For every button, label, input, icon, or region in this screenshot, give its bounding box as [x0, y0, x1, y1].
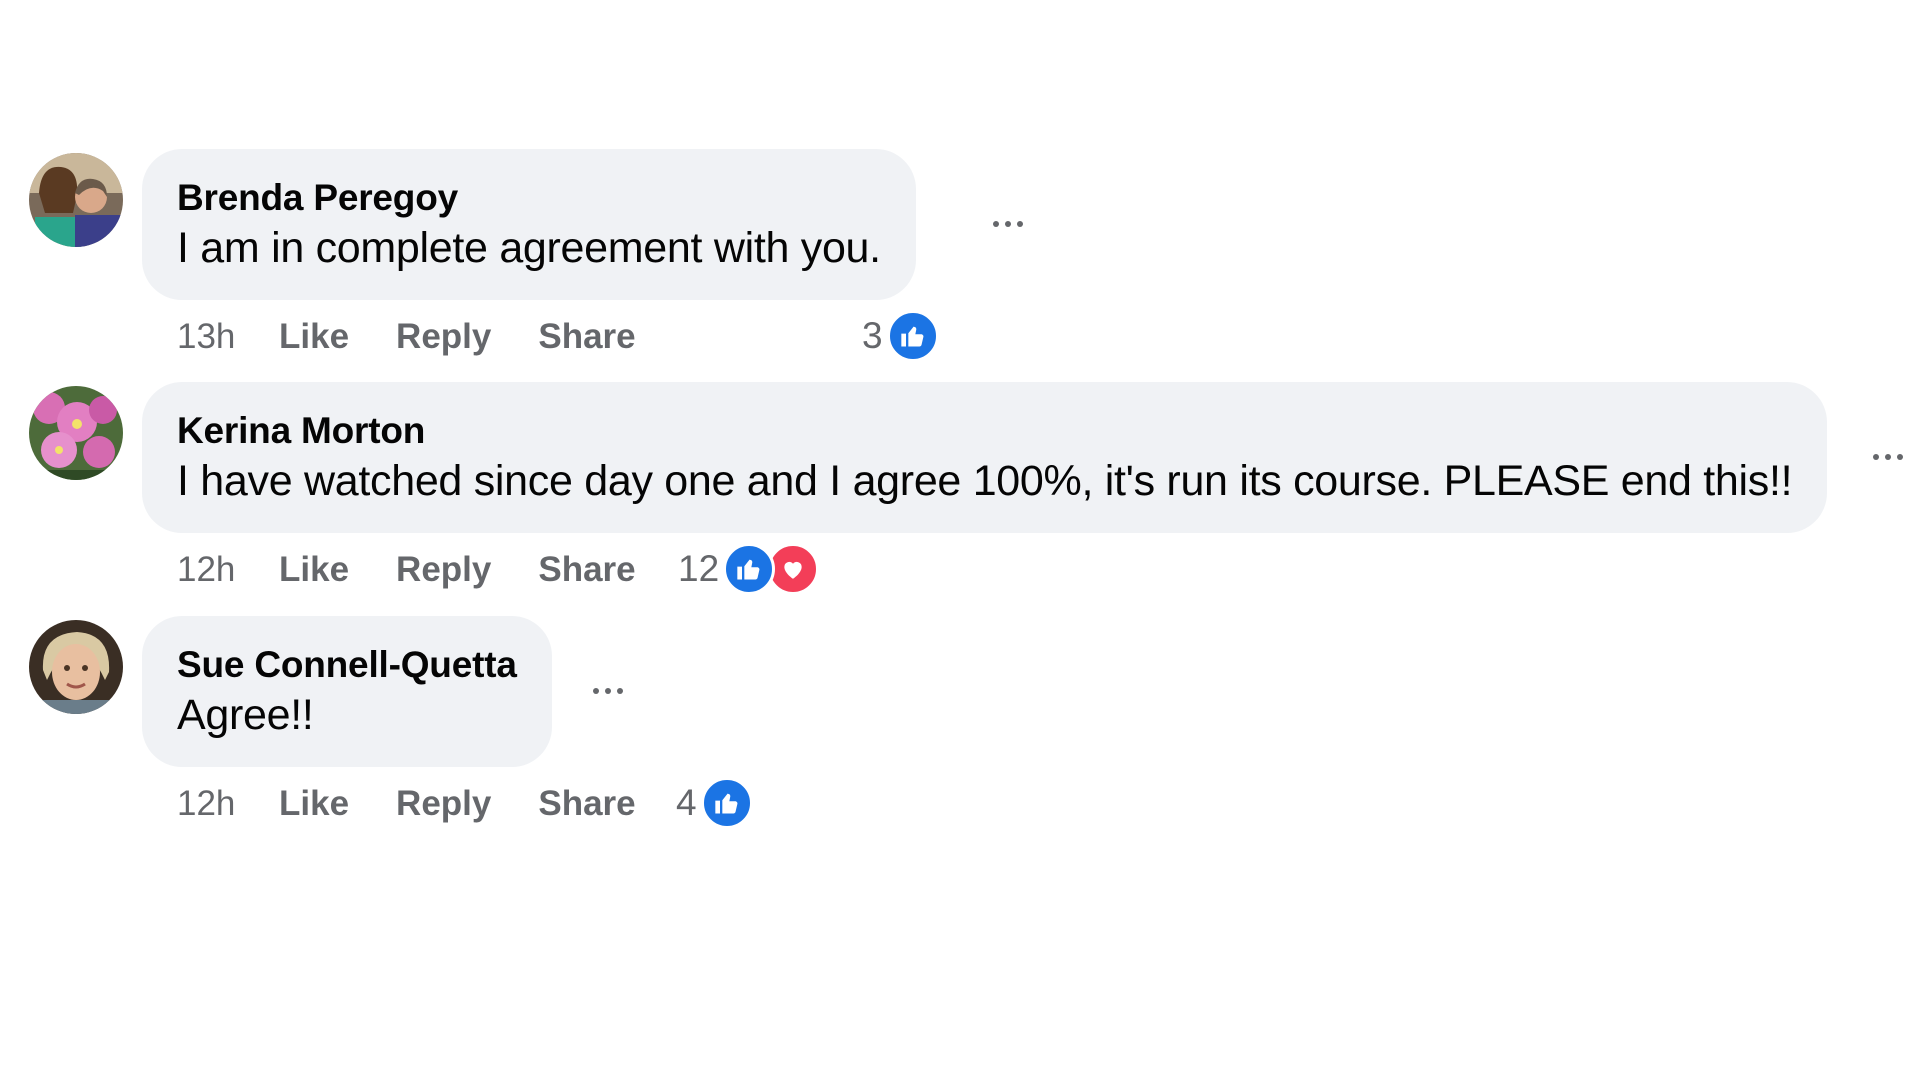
comment-bubble: Brenda Peregoy I am in complete agreemen…	[142, 149, 916, 300]
comment-author[interactable]: Brenda Peregoy	[177, 174, 881, 222]
thumbs-up-icon	[886, 310, 939, 362]
comment-timestamp[interactable]: 12h	[177, 550, 279, 590]
share-button[interactable]: Share	[538, 550, 635, 590]
reply-button[interactable]: Reply	[396, 317, 491, 357]
more-options-icon[interactable]	[980, 204, 1036, 244]
comment-actions: 13h Like Reply Share	[177, 313, 683, 361]
reaction-count: 4	[676, 782, 697, 823]
more-options-icon[interactable]	[1860, 437, 1916, 477]
share-button[interactable]: Share	[538, 784, 635, 824]
like-button[interactable]: Like	[279, 550, 349, 590]
reaction-count: 12	[678, 548, 720, 589]
thumbs-up-icon	[700, 777, 753, 829]
comment-text: I am in complete agreement with you.	[177, 224, 881, 272]
avatar[interactable]	[29, 386, 123, 480]
comment-bubble: Sue Connell-Quetta Agree!!	[142, 616, 552, 767]
share-button[interactable]: Share	[538, 317, 635, 357]
like-button[interactable]: Like	[279, 317, 349, 357]
reaction-summary[interactable]: 3	[862, 308, 939, 364]
comment-timestamp[interactable]: 12h	[177, 784, 279, 824]
comment-bubble: Kerina Morton I have watched since day o…	[142, 382, 1828, 533]
avatar[interactable]	[29, 153, 123, 247]
comment-text: Agree!!	[177, 691, 314, 739]
comment-actions: 12h Like Reply Share	[177, 780, 683, 828]
reaction-count: 3	[862, 315, 883, 356]
thumbs-up-icon	[723, 543, 776, 595]
more-options-icon[interactable]	[580, 671, 636, 711]
reaction-summary[interactable]: 4	[676, 775, 753, 831]
avatar[interactable]	[29, 620, 123, 714]
reaction-summary[interactable]: 12	[678, 541, 820, 597]
comment-author[interactable]: Kerina Morton	[177, 407, 1792, 455]
comment-actions: 12h Like Reply Share	[177, 546, 683, 594]
comment-author[interactable]: Sue Connell-Quetta	[177, 641, 517, 689]
comment-text: I have watched since day one and I agree…	[177, 457, 1793, 505]
comment-timestamp[interactable]: 13h	[177, 317, 279, 357]
like-button[interactable]: Like	[279, 784, 349, 824]
reply-button[interactable]: Reply	[396, 784, 491, 824]
reply-button[interactable]: Reply	[396, 550, 491, 590]
